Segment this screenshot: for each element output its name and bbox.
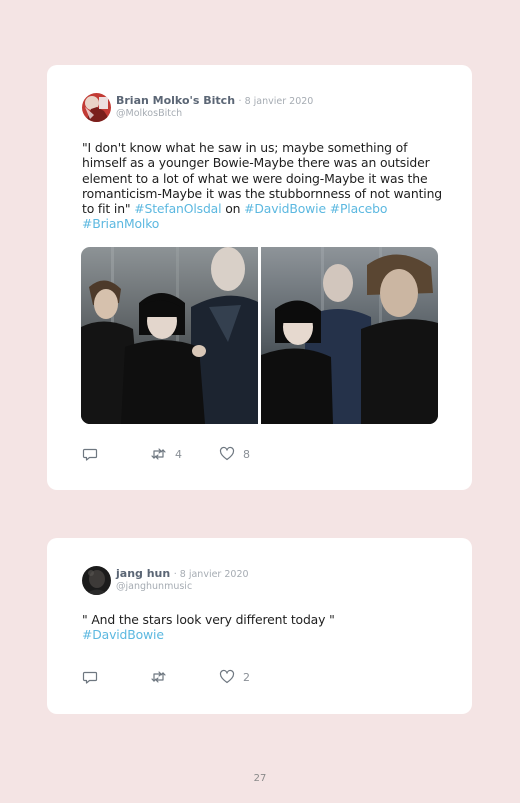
heart-icon	[219, 669, 235, 685]
hashtag-link[interactable]: #Placebo	[330, 201, 388, 216]
hashtag-link[interactable]: #StefanOlsdal	[134, 201, 221, 216]
retweet-count: 4	[175, 447, 182, 461]
hashtag-link[interactable]: #DavidBowie	[82, 627, 164, 642]
tweet-date[interactable]: · 8 janvier 2020	[174, 569, 249, 580]
hashtag-link[interactable]: #BrianMolko	[82, 216, 159, 231]
tweet-text-body: on	[221, 201, 245, 217]
retweet-button[interactable]	[150, 668, 175, 686]
reply-button[interactable]	[82, 445, 106, 463]
avatar[interactable]	[82, 93, 111, 122]
reply-button[interactable]	[82, 668, 106, 686]
retweet-button[interactable]: 4	[150, 445, 182, 463]
author-line: jang hun · 8 janvier 2020	[116, 567, 249, 580]
page-number: 27	[253, 773, 267, 784]
like-button[interactable]: 8	[219, 445, 250, 463]
like-count: 2	[243, 670, 250, 684]
retweet-icon	[150, 446, 167, 462]
tweet-text: "I don't know what he saw in us; maybe s…	[82, 140, 442, 232]
author-line: Brian Molko's Bitch · 8 janvier 2020	[116, 94, 313, 107]
tweet-date[interactable]: · 8 janvier 2020	[239, 96, 314, 107]
author-name[interactable]: jang hun	[116, 567, 170, 580]
tweet-card[interactable]: Brian Molko's Bitch · 8 janvier 2020 @Mo…	[47, 65, 472, 490]
hashtag-link[interactable]: #DavidBowie	[244, 201, 326, 216]
tweet-actions: 2	[82, 668, 282, 686]
tweet-text-body: " And the stars look very different toda…	[82, 612, 335, 627]
avatar[interactable]	[82, 566, 111, 595]
tweet-actions: 4 8	[82, 445, 282, 463]
author-name[interactable]: Brian Molko's Bitch	[116, 94, 235, 107]
author-handle[interactable]: @janghunmusic	[116, 581, 192, 592]
reply-icon	[82, 446, 98, 462]
tweet-card[interactable]: jang hun · 8 janvier 2020 @janghunmusic …	[47, 538, 472, 714]
tweet-text: " And the stars look very different toda…	[82, 612, 442, 643]
like-button[interactable]: 2	[219, 668, 250, 686]
like-count: 8	[243, 447, 250, 461]
tweet-photo[interactable]	[261, 247, 438, 424]
author-handle[interactable]: @MolkosBitch	[116, 108, 182, 119]
reply-icon	[82, 669, 98, 685]
retweet-icon	[150, 669, 167, 685]
heart-icon	[219, 446, 235, 462]
tweet-media[interactable]	[81, 247, 438, 424]
tweet-photo[interactable]	[81, 247, 258, 424]
